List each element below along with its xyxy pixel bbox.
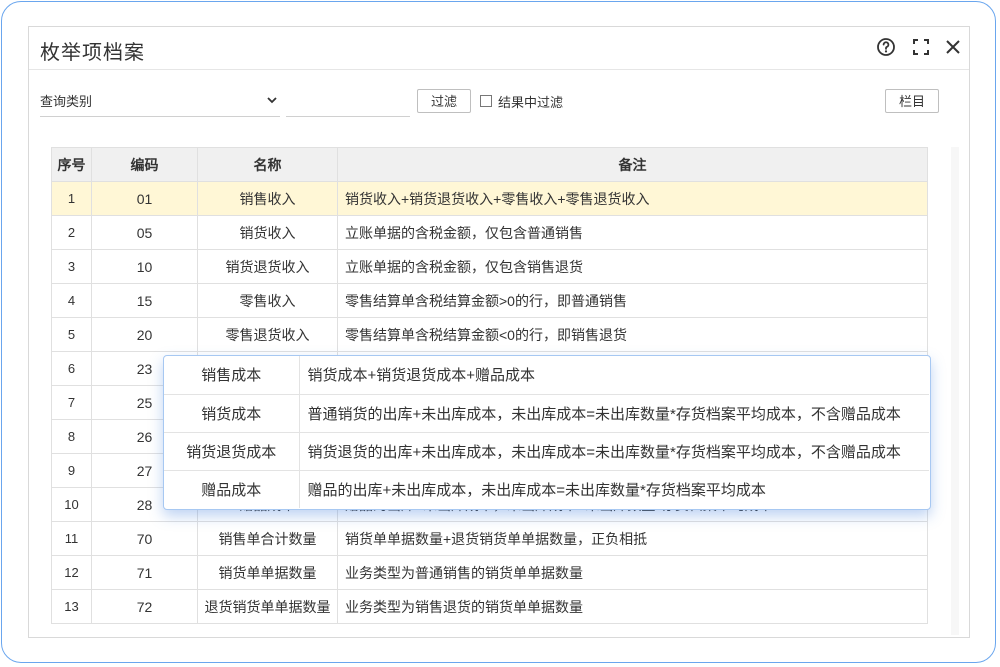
row-code[interactable]: 01 xyxy=(91,181,198,216)
help-circle-icon[interactable] xyxy=(875,36,897,58)
row-index[interactable]: 10 xyxy=(51,487,92,522)
query-category-value: 查询类别 xyxy=(40,94,93,109)
close-icon[interactable] xyxy=(942,36,964,58)
row-code[interactable]: 20 xyxy=(91,317,198,352)
row-name[interactable]: 销货退货收入 xyxy=(197,249,338,284)
query-category-select[interactable]: 查询类别 xyxy=(40,88,280,117)
row-index[interactable]: 12 xyxy=(51,555,92,590)
table-row[interactable]: 1 01 销售收入 销货收入+销货退货收入+零售收入+零售退货收入 xyxy=(51,181,928,216)
row-remark[interactable]: 立账单据的含税金额，仅包含销售退货 xyxy=(337,249,928,284)
table-row[interactable]: 13 72 退货销货单单据数量 业务类型为销售退货的销货单单据数量 xyxy=(51,589,928,624)
row-remark[interactable]: 业务类型为普通销售的销货单单据数量 xyxy=(337,555,928,590)
header-remark[interactable]: 备注 xyxy=(337,147,928,182)
row-name[interactable]: 零售退货收入 xyxy=(197,317,338,352)
popup-row[interactable]: 赠品成本 赠品的出库+未出库成本，未出库成本=未出库数量*存货档案平均成本 xyxy=(164,470,929,508)
popup-row-name[interactable]: 赠品成本 xyxy=(164,470,300,508)
table-row[interactable]: 12 71 销货单单据数量 业务类型为普通销售的销货单单据数量 xyxy=(51,555,928,590)
row-index[interactable]: 11 xyxy=(51,521,92,556)
popup-row-name[interactable]: 销货退货成本 xyxy=(164,432,300,471)
row-index[interactable]: 2 xyxy=(51,215,92,250)
row-name[interactable]: 销售收入 xyxy=(197,181,338,216)
filter-button[interactable]: 过滤 xyxy=(417,89,471,113)
popup-table: 销售成本 销货成本+销货退货成本+赠品成本 销货成本 普通销货的出库+未出库成本，未出… xyxy=(164,356,929,508)
table-row[interactable]: 2 05 销货收入 立账单据的含税金额，仅包含普通销售 xyxy=(51,215,928,250)
row-remark[interactable]: 业务类型为销售退货的销货单单据数量 xyxy=(337,589,928,624)
row-index[interactable]: 7 xyxy=(51,385,92,420)
row-code[interactable]: 72 xyxy=(91,589,198,624)
popup-row-name[interactable]: 销售成本 xyxy=(164,356,300,395)
row-index[interactable]: 4 xyxy=(51,283,92,318)
row-remark[interactable]: 销货收入+销货退货收入+零售收入+零售退货收入 xyxy=(337,181,928,216)
table-row[interactable]: 5 20 零售退货收入 零售结算单含税结算金额<0的行，即销售退货 xyxy=(51,317,928,352)
columns-button[interactable]: 栏目 xyxy=(885,89,939,113)
window-title: 枚举项档案 xyxy=(40,42,145,64)
row-code[interactable]: 70 xyxy=(91,521,198,556)
row-index[interactable]: 13 xyxy=(51,589,92,624)
row-code[interactable]: 15 xyxy=(91,283,198,318)
row-index[interactable]: 1 xyxy=(51,181,92,216)
popup-row-remark[interactable]: 销货退货的出库+未出库成本，未出库成本=未出库数量*存货档案平均成本，不含赠品成… xyxy=(299,432,929,471)
row-index[interactable]: 3 xyxy=(51,249,92,284)
popup-row-remark[interactable]: 赠品的出库+未出库成本，未出库成本=未出库数量*存货档案平均成本 xyxy=(299,470,929,508)
popup-row[interactable]: 销货退货成本 销货退货的出库+未出库成本，未出库成本=未出库数量*存货档案平均成本… xyxy=(164,432,929,471)
row-index[interactable]: 9 xyxy=(51,453,92,488)
header-code[interactable]: 编码 xyxy=(91,147,198,182)
chevron-down-icon xyxy=(266,88,278,116)
row-name[interactable]: 零售收入 xyxy=(197,283,338,318)
table-row[interactable]: 4 15 零售收入 零售结算单含税结算金额>0的行，即普通销售 xyxy=(51,283,928,318)
filter-in-results-checkbox[interactable]: 结果中过滤 xyxy=(480,92,563,110)
header-index[interactable]: 序号 xyxy=(51,147,92,182)
row-code[interactable]: 10 xyxy=(91,249,198,284)
row-code[interactable]: 71 xyxy=(91,555,198,590)
row-name[interactable]: 退货销货单单据数量 xyxy=(197,589,338,624)
table-header-row: 序号 编码 名称 备注 xyxy=(51,147,928,182)
header-name[interactable]: 名称 xyxy=(197,147,338,182)
row-name[interactable]: 销售单合计数量 xyxy=(197,521,338,556)
filter-in-results-label: 结果中过滤 xyxy=(498,94,564,110)
title-bar: 枚举项档案 xyxy=(29,27,969,70)
row-index[interactable]: 5 xyxy=(51,317,92,352)
cost-items-popup: 销售成本 销货成本+销货退货成本+赠品成本 销货成本 普通销货的出库+未出库成本，未出… xyxy=(163,355,931,510)
popup-row[interactable]: 销售成本 销货成本+销货退货成本+赠品成本 xyxy=(164,356,929,395)
row-code[interactable]: 05 xyxy=(91,215,198,250)
row-remark[interactable]: 零售结算单含税结算金额>0的行，即普通销售 xyxy=(337,283,928,318)
filter-toolbar: 查询类别 过滤 结果中过滤 栏目 xyxy=(29,69,969,127)
popup-row-remark[interactable]: 普通销货的出库+未出库成本，未出库成本=未出库数量*存货档案平均成本，不含赠品成… xyxy=(299,394,929,433)
row-index[interactable]: 6 xyxy=(51,351,92,386)
popup-row-name[interactable]: 销货成本 xyxy=(164,394,300,433)
table-row[interactable]: 3 10 销货退货收入 立账单据的含税金额，仅包含销售退货 xyxy=(51,249,928,284)
row-index[interactable]: 8 xyxy=(51,419,92,454)
table-row[interactable]: 11 70 销售单合计数量 销货单单据数量+退货销货单单据数量，正负相抵 xyxy=(51,521,928,556)
row-name[interactable]: 销货单单据数量 xyxy=(197,555,338,590)
search-input[interactable] xyxy=(286,88,410,117)
row-remark[interactable]: 零售结算单含税结算金额<0的行，即销售退货 xyxy=(337,317,928,352)
row-remark[interactable]: 立账单据的含税金额，仅包含普通销售 xyxy=(337,215,928,250)
row-name[interactable]: 销货收入 xyxy=(197,215,338,250)
popup-row-remark[interactable]: 销货成本+销货退货成本+赠品成本 xyxy=(299,356,929,395)
enum-archive-window: 枚举项档案 查询类别 过滤 结果中过滤 栏目 序号 编码 名称 备注 1 01 … xyxy=(28,26,970,638)
checkbox-box[interactable] xyxy=(480,95,492,107)
popup-row[interactable]: 销货成本 普通销货的出库+未出库成本，未出库成本=未出库数量*存货档案平均成本，不… xyxy=(164,394,929,433)
row-remark[interactable]: 销货单单据数量+退货销货单单据数量，正负相抵 xyxy=(337,521,928,556)
vertical-scrollbar[interactable] xyxy=(951,147,959,635)
expand-icon[interactable] xyxy=(910,36,932,58)
